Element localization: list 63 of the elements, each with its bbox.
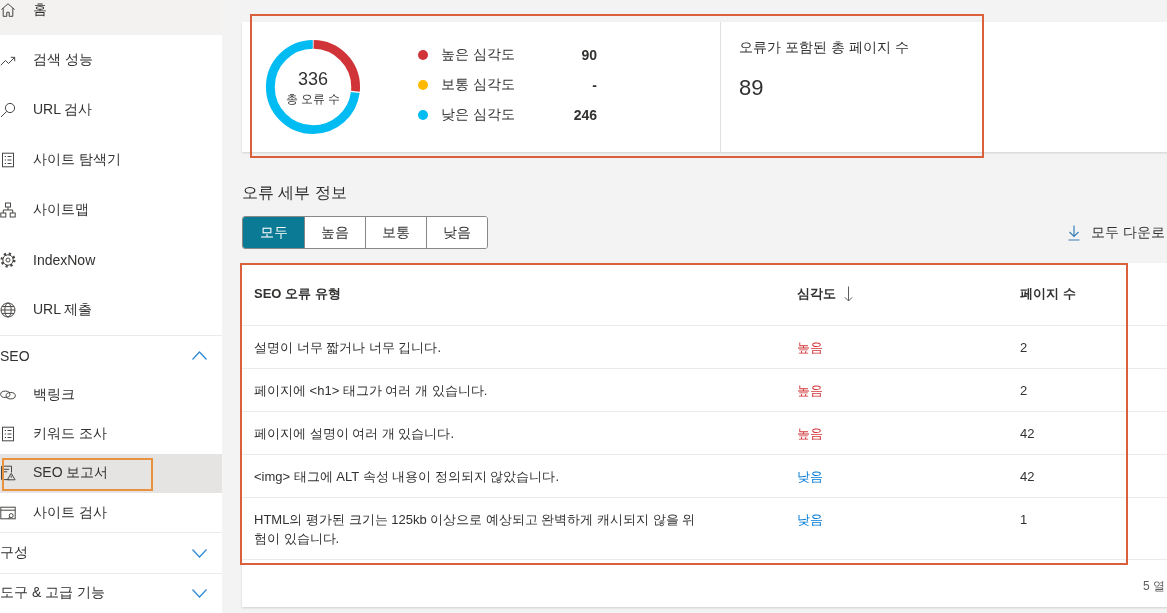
legend-label: 높은 심각도 xyxy=(441,46,516,64)
chevron-down-icon xyxy=(192,548,207,558)
table-cell-text: <img> 태그에 ALT 속성 내용이 정의되지 않았습니다. xyxy=(253,468,561,486)
sidebar-item[interactable]: 사이트 탐색기 xyxy=(0,135,222,185)
table-cell-text: 2 xyxy=(1019,339,1029,357)
table-cell-text: 페이지에 설명이 여러 개 있습니다. xyxy=(253,425,456,443)
severity-cell-text: 높음 xyxy=(796,382,824,400)
sidebar-section-header[interactable]: 도구 & 고급 기능 xyxy=(0,573,222,613)
sort-down-arrow-icon xyxy=(844,286,853,302)
document-list-icon xyxy=(0,152,16,168)
sidebar-section-header[interactable]: 구성 xyxy=(0,533,222,573)
severity-cell-text: 높음 xyxy=(796,339,824,357)
gear-icon xyxy=(0,252,16,268)
column-header[interactable]: 페이지 수 xyxy=(1008,263,1167,325)
total-errors-value: 336 xyxy=(297,68,328,90)
report-warning-icon xyxy=(0,465,16,482)
table-cell-text: 42 xyxy=(1019,425,1036,443)
sitemap-icon xyxy=(0,202,16,218)
legend-value: 90 xyxy=(580,47,597,63)
download-icon xyxy=(1068,224,1081,241)
table-cell-text: HTML의 평가된 크기는 125kb 이상으로 예상되고 완벽하게 캐시되지 않을 위험이 있습니다. xyxy=(253,511,697,548)
table-cell-text: 설명이 너무 짧거나 너무 깁니다. xyxy=(253,339,443,357)
table-cell-text: 페이지에 <h1> 태그가 여러 개 있습니다. xyxy=(253,382,489,400)
sidebar-item[interactable]: IndexNow xyxy=(0,235,222,285)
home-icon xyxy=(0,2,16,18)
total-errors-label: 총 오류 수 xyxy=(285,92,341,106)
chevron-down-icon xyxy=(192,588,207,598)
download-button[interactable]: 모두 다운로 xyxy=(1068,223,1165,242)
sidebar-item[interactable]: 검색 성능 xyxy=(0,35,222,85)
column-header[interactable]: SEO 오류 유형 xyxy=(242,263,785,325)
filter-tab[interactable]: 모두 xyxy=(243,217,304,248)
legend-label: 보통 심각도 xyxy=(441,76,516,94)
chevron-up-icon xyxy=(192,351,207,361)
severity-cell-text: 높음 xyxy=(796,425,824,443)
sidebar-section-header[interactable]: SEO xyxy=(0,336,222,376)
globe-icon xyxy=(0,302,16,318)
filter-tab[interactable]: 보통 xyxy=(365,217,426,248)
severity-cell-text: 낮음 xyxy=(796,511,824,529)
document-list-icon xyxy=(0,426,16,443)
sidebar-item[interactable]: URL 검사 xyxy=(0,85,222,135)
sidebar-item[interactable]: 홈 xyxy=(0,0,222,35)
pages-with-errors-label: 오류가 포함된 총 페이지 수 xyxy=(739,38,910,56)
severity-cell-text: 낮음 xyxy=(796,468,824,486)
sidebar-item[interactable]: 키워드 조사 xyxy=(0,414,222,454)
table-cell-text: 42 xyxy=(1019,468,1036,486)
legend-value: - xyxy=(591,77,597,93)
table-cell-text: 1 xyxy=(1019,511,1029,529)
sidebar-item[interactable]: URL 제출 xyxy=(0,285,222,335)
sidebar-item[interactable]: 백링크 xyxy=(0,375,222,415)
row-count-text: 5 열 xyxy=(1143,578,1165,595)
sidebar-item[interactable]: SEO 보고서 xyxy=(0,453,222,494)
table-cell-text: 2 xyxy=(1019,382,1029,400)
section-title: 오류 세부 정보 xyxy=(242,183,348,203)
legend-value: 246 xyxy=(572,107,597,123)
filter-tab[interactable]: 높음 xyxy=(304,217,365,248)
sidebar-item[interactable]: 사이트 검사 xyxy=(0,493,222,533)
browser-search-icon xyxy=(0,504,16,521)
sidebar-item[interactable]: 사이트맵 xyxy=(0,185,222,235)
pages-with-errors-value: 89 xyxy=(739,74,765,102)
search-icon xyxy=(0,102,16,118)
legend-label: 낮은 심각도 xyxy=(441,106,516,124)
filter-tab[interactable]: 낮음 xyxy=(426,217,487,248)
column-header[interactable]: 심각도 xyxy=(785,263,1008,325)
